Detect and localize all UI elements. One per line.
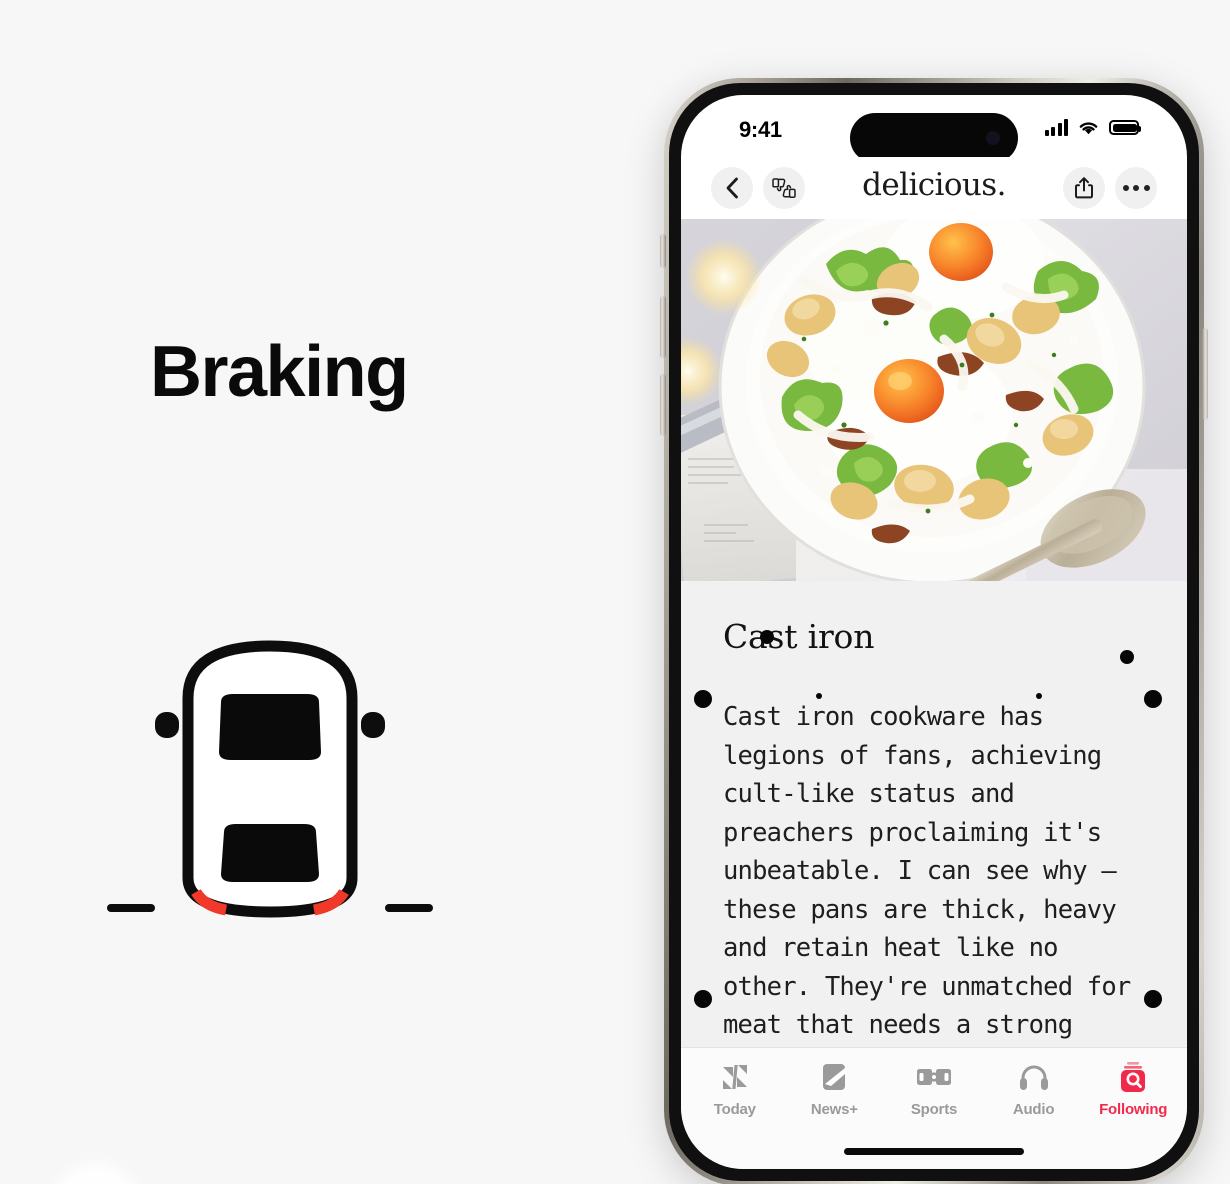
article-heading: Cast iron	[723, 617, 875, 656]
share-button[interactable]	[1063, 167, 1105, 209]
sports-icon	[916, 1060, 952, 1094]
battery-icon	[1109, 120, 1141, 135]
tab-audio-label: Audio	[1012, 1101, 1055, 1118]
more-options-button[interactable]	[1115, 167, 1157, 209]
corner-glow-shape	[50, 1163, 140, 1184]
tab-following[interactable]: Following	[1083, 1060, 1183, 1169]
lane-dash-left	[107, 904, 155, 912]
tab-following-label: Following	[1099, 1101, 1168, 1118]
publisher-title[interactable]: delicious.	[862, 167, 1006, 203]
volume-up-button[interactable]	[660, 296, 666, 358]
status-bar: 9:41	[681, 95, 1187, 163]
iphone-mockup: 9:41 delicious. Cast iron Cast iron cook…	[660, 78, 1208, 1184]
lane-dash-right	[385, 904, 433, 912]
app-tab-bar: Today News+ Sports Audio Following	[681, 1047, 1187, 1169]
news-plus-icon	[821, 1060, 847, 1094]
signal-bars-icon	[1044, 119, 1068, 136]
ellipsis-icon	[1122, 185, 1150, 191]
phone-bezel: 9:41 delicious. Cast iron Cast iron cook…	[669, 83, 1199, 1181]
left-illustration-panel: Braking	[0, 0, 620, 1184]
tab-news-plus-label: News+	[810, 1101, 858, 1118]
chevron-left-icon	[726, 177, 738, 199]
dynamic-island[interactable]	[850, 113, 1018, 163]
tab-today-label: Today	[713, 1101, 756, 1118]
news-today-icon	[720, 1060, 750, 1094]
food-photo-illustration	[681, 219, 1187, 581]
car-diagram	[100, 620, 440, 940]
tab-today[interactable]: Today	[685, 1060, 785, 1169]
back-button[interactable]	[711, 167, 753, 209]
status-indicators	[1044, 119, 1141, 136]
article-content[interactable]: Cast iron Cast iron cookware has legions…	[681, 581, 1187, 1047]
power-button[interactable]	[1202, 328, 1208, 420]
headphones-icon	[1019, 1060, 1049, 1094]
front-camera-icon	[986, 131, 1000, 145]
wifi-icon	[1079, 122, 1098, 135]
thumbs-up-down-icon	[772, 178, 796, 198]
car-top-view-icon	[107, 640, 433, 918]
page-title: Braking	[150, 332, 409, 412]
status-time: 9:41	[739, 117, 782, 142]
tab-sports-label: Sports	[910, 1101, 958, 1118]
rate-article-button[interactable]	[763, 167, 805, 209]
volume-down-button[interactable]	[660, 374, 666, 436]
share-icon	[1075, 177, 1093, 199]
home-indicator[interactable]	[844, 1148, 1024, 1155]
phone-screen: 9:41 delicious. Cast iron Cast iron cook…	[681, 95, 1187, 1169]
action-button[interactable]	[660, 234, 666, 268]
article-nav-bar: delicious.	[681, 157, 1187, 219]
recipe-hero-image	[681, 219, 1187, 581]
article-body-text: Cast iron cookware has legions of fans, …	[723, 702, 1131, 1040]
following-search-icon	[1118, 1060, 1148, 1094]
